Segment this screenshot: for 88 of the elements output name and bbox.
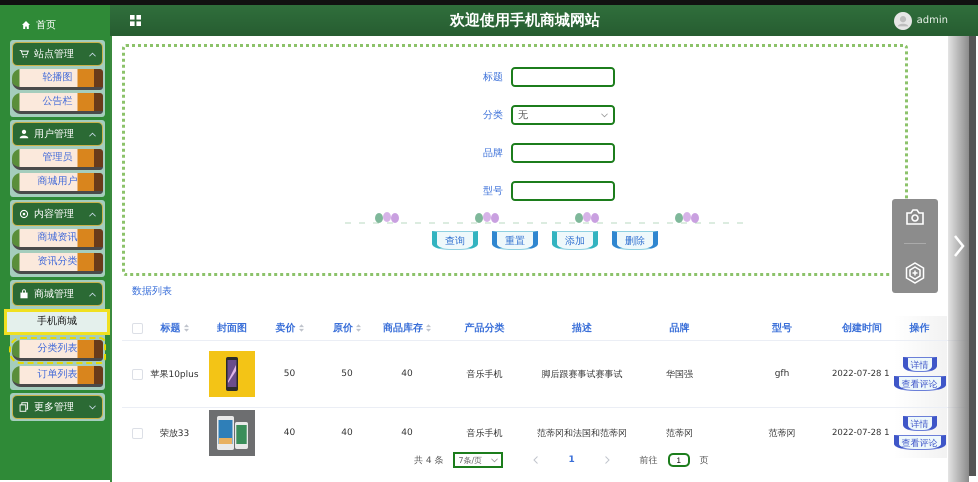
column-header: 产品分类 (464, 322, 504, 335)
chevron-right-icon (604, 456, 610, 464)
submenu-item[interactable]: 订单列表 (12, 366, 103, 387)
column-header: 型号 (772, 322, 792, 335)
table-cell-text: 40 (282, 428, 296, 438)
field-label: 分类 (482, 108, 503, 122)
submenu-item[interactable]: 商城资讯 (12, 229, 103, 250)
page-title: 欢迎使用手机商城网站 (450, 11, 600, 30)
submenu-item[interactable]: 手机商城 (4, 309, 110, 335)
submenu-item[interactable]: 分类列表 (12, 340, 103, 361)
checkbox[interactable] (132, 428, 142, 438)
table-cell-text: 2022-07-28 1 (832, 369, 891, 379)
table-cell-text: 华国强 (665, 368, 694, 380)
table-cell-text: 50 (340, 369, 354, 379)
table-cell-text: 荣放33 (158, 428, 190, 440)
field-label: 标题 (482, 70, 503, 84)
scrollbar[interactable] (969, 36, 976, 476)
menu-group[interactable]: 更多管理 (12, 395, 103, 419)
menu-group[interactable]: 商城管理 (12, 282, 103, 306)
menu-group[interactable]: 内容管理 (12, 202, 103, 226)
checkbox[interactable] (132, 322, 142, 334)
page-suffix: 页 (700, 454, 709, 466)
table-cell-text: 40 (400, 369, 414, 379)
column-header: 封面图 (217, 322, 247, 335)
column-header: 操作 (910, 322, 930, 335)
camera-icon[interactable] (905, 208, 925, 226)
bag-icon (19, 289, 29, 299)
user-icon (19, 129, 29, 139)
ribbon-button[interactable]: 添加 (552, 231, 598, 250)
input-field[interactable] (511, 67, 615, 87)
table-cell-text: 音乐手机 (466, 368, 504, 380)
submenu-item[interactable]: 公告栏 (12, 93, 103, 114)
submenu-item[interactable]: 管理员 (12, 149, 103, 170)
column-header[interactable]: 卖价 (276, 321, 296, 335)
ribbon-button[interactable]: 查看评论 (894, 376, 946, 391)
table-cell-text: gfh (774, 369, 790, 379)
table-cell-text: 苹果10plus (152, 368, 197, 380)
page-input[interactable]: 1 (668, 453, 690, 467)
column-header: 创建时间 (842, 322, 882, 335)
chevron-right-icon[interactable] (953, 234, 965, 258)
table-cell-text: 40 (400, 428, 414, 438)
table-cell-text: 2022-07-28 1 (832, 428, 891, 438)
submenu-item[interactable]: 资讯分类 (12, 253, 103, 274)
ribbon-button[interactable]: 查看评论 (894, 435, 946, 450)
column-header: 描述 (572, 322, 592, 335)
home-menu-item[interactable]: 首页 (10, 15, 105, 35)
input-field[interactable] (511, 143, 615, 163)
goto-label: 前往 (640, 454, 658, 466)
field-label: 品牌 (482, 147, 503, 160)
chevron-down-icon (491, 458, 498, 462)
category-select[interactable]: 无 (511, 105, 615, 125)
table-cell-text: 40 (340, 428, 354, 438)
submenu-item[interactable]: 商城用户 (12, 173, 103, 194)
field-label: 型号 (482, 184, 503, 198)
column-header[interactable]: 商品库存 (383, 321, 423, 335)
grid-menu-icon (130, 15, 141, 26)
menu-group[interactable]: 站点管理 (12, 42, 103, 66)
column-header: 品牌 (670, 322, 690, 335)
page-number[interactable]: 1 (568, 455, 575, 465)
user-name[interactable]: admin (916, 15, 948, 26)
checkbox[interactable] (132, 368, 142, 380)
hexagon-plus-icon[interactable] (905, 262, 925, 284)
chevron-left-icon (533, 456, 538, 464)
menu-group[interactable]: 用户管理 (12, 122, 103, 146)
avatar-icon (894, 12, 912, 30)
cart-icon (19, 49, 29, 59)
chevron-down-icon (601, 112, 608, 118)
table-cell-text: 范蒂冈 (768, 428, 796, 440)
ribbon-button[interactable]: 重置 (492, 231, 538, 250)
total-count: 共 4 条 (414, 454, 444, 466)
page-size-select[interactable]: 7条/页 (453, 452, 504, 468)
section-title: 数据列表 (132, 284, 172, 298)
input-field[interactable] (511, 181, 615, 201)
submenu-item[interactable]: 轮播图 (12, 69, 103, 90)
table-cell-text: 50 (282, 369, 296, 379)
table-cell-text: 范蒂冈 (665, 428, 694, 440)
table-cell-text: 范蒂冈和法国和范蒂冈 (537, 428, 627, 440)
copy-icon (19, 402, 29, 412)
table-cell-text: 脚后跟赛事试赛事试 (540, 368, 624, 380)
ribbon-button[interactable]: 查询 (432, 231, 478, 250)
ribbon-button[interactable]: 删除 (612, 231, 658, 250)
circle-icon (19, 209, 29, 219)
ribbon-button[interactable]: 详情 (902, 357, 936, 372)
table-cell-text: 音乐手机 (466, 428, 504, 440)
ribbon-button[interactable]: 详情 (902, 416, 936, 431)
column-header[interactable]: 标题 (160, 321, 180, 335)
column-header[interactable]: 原价 (333, 321, 353, 335)
home-icon (22, 21, 30, 29)
